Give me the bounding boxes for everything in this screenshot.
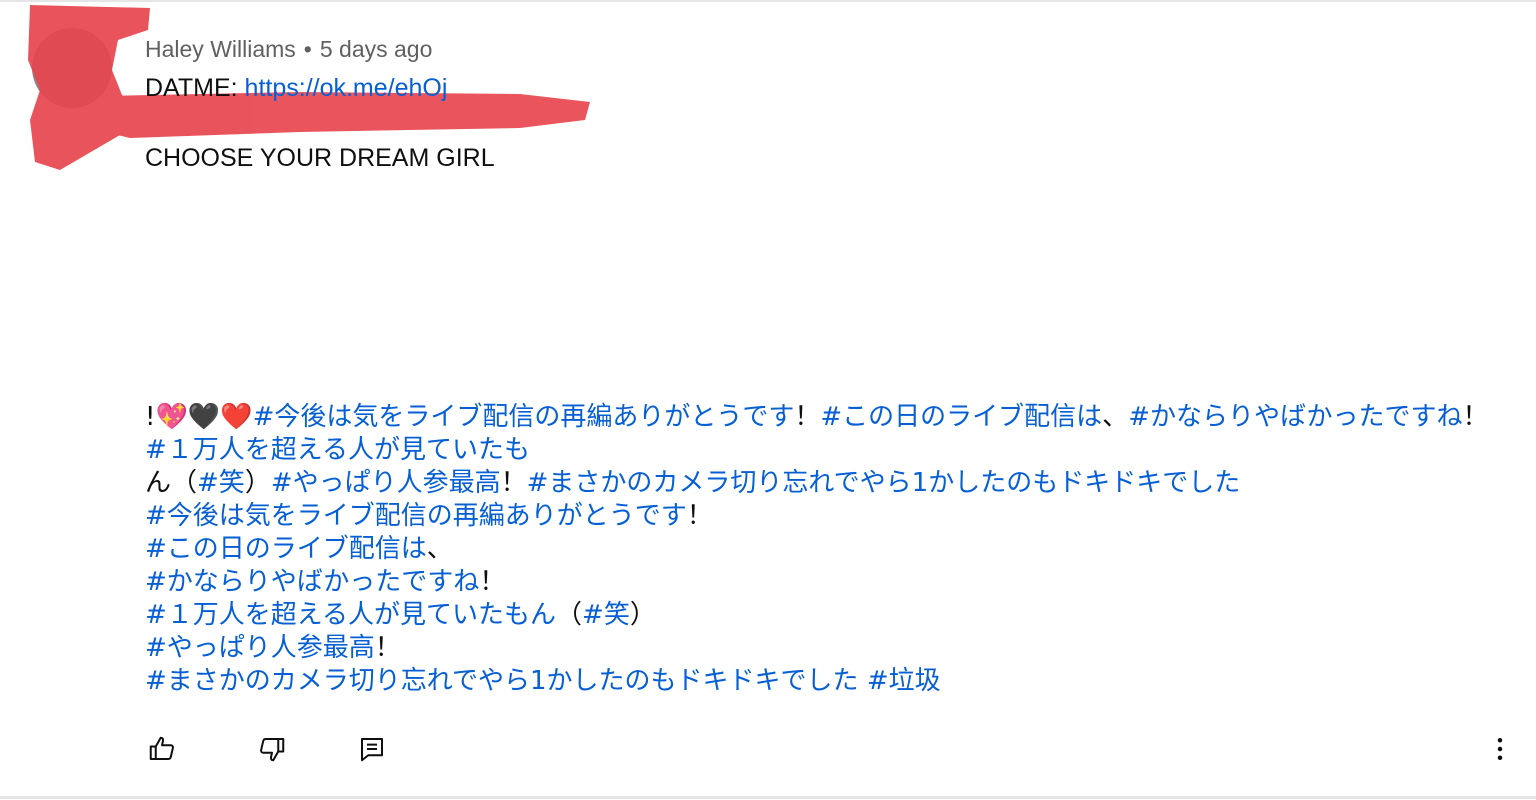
thumb-down-icon — [260, 738, 285, 762]
body-row-4: #この日のライブ配信は、 — [145, 533, 1505, 566]
hashtag-link[interactable]: #まさかのカメラ切り忘れでやら1かしたのもドキドキでした — [527, 468, 1241, 498]
hashtag-link[interactable]: #今後は気をライブ配信の再編ありがとうです — [145, 501, 687, 531]
heart-emoji-icon: 💖🖤❤️ — [155, 402, 253, 432]
hashtag-link[interactable]: #１万人を超える人が見ていたも — [145, 435, 530, 465]
body-row-8: #まさかのカメラ切り忘れでやら1かしたのもドキドキでした #垃圾 — [145, 665, 1505, 698]
thumb-up-icon — [149, 736, 174, 760]
body-row-1: !💖🖤❤️#今後は気をライブ配信の再編ありがとうです！#この日のライブ配信は、#… — [145, 401, 1505, 467]
comment-link[interactable]: https://ok.me/ehOj — [245, 74, 448, 102]
comment-line-link: DATME: https://ok.me/ehOj — [145, 72, 447, 104]
hashtag-link[interactable]: #笑 — [197, 468, 245, 498]
more-vert-icon — [1497, 738, 1503, 760]
body-text: 、 — [1102, 402, 1129, 432]
body-row-2: ん（#笑）#やっぱり人参最高！#まさかのカメラ切り忘れでやら1かしたのもドキドキ… — [145, 467, 1505, 500]
body-row-6: #１万人を超える人が見ていたもん（#笑） — [145, 599, 1505, 632]
link-prefix: DATME: — [145, 74, 245, 102]
hashtag-link[interactable]: #かならりやばかったですね — [1128, 402, 1462, 432]
hashtag-link[interactable]: #まさかのカメラ切り忘れでやら1かしたのもドキドキでした — [145, 666, 859, 696]
body-text: ！ — [686, 501, 713, 531]
meta-separator: • — [303, 36, 312, 62]
body-text: ！ — [500, 468, 527, 498]
avatar[interactable] — [32, 28, 112, 108]
comment-time[interactable]: 5 days ago — [320, 36, 433, 62]
hashtag-link[interactable]: #やっぱり人参最高 — [145, 633, 375, 663]
comment-meta: Haley Williams • 5 days ago — [145, 34, 432, 64]
comment-icon — [361, 738, 383, 762]
hashtag-link[interactable]: #笑 — [582, 600, 630, 630]
author-name[interactable]: Haley Williams — [145, 36, 296, 62]
body-text: ！ — [794, 402, 821, 432]
body-text: ！ — [374, 633, 401, 663]
comment-headline: CHOOSE YOUR DREAM GIRL — [145, 144, 495, 172]
reply-button[interactable] — [355, 732, 389, 766]
body-text: ！ — [1462, 402, 1489, 432]
hashtag-link[interactable]: #やっぱり人参最高 — [271, 468, 501, 498]
hashtag-link[interactable]: #垃圾 — [867, 666, 941, 696]
body-text: ） — [629, 600, 656, 630]
body-text: ） — [244, 468, 271, 498]
hashtag-link[interactable]: #今後は気をライブ配信の再編ありがとうです — [253, 402, 795, 432]
body-text: ! — [145, 402, 156, 432]
body-text: ！ — [479, 567, 506, 597]
body-text: （ — [556, 600, 583, 630]
top-divider — [0, 0, 1536, 2]
hashtag-link[interactable]: #かならりやばかったですね — [145, 567, 479, 597]
hashtag-link[interactable]: #この日のライブ配信は — [145, 534, 427, 564]
body-row-7: #やっぱり人参最高！ — [145, 632, 1505, 665]
more-options-button[interactable] — [1483, 732, 1517, 766]
body-text: 、 — [426, 534, 453, 564]
like-button[interactable] — [145, 732, 179, 766]
body-row-3: #今後は気をライブ配信の再編ありがとうです！ — [145, 500, 1505, 533]
hashtag-link[interactable]: #この日のライブ配信は — [820, 402, 1102, 432]
comment-actions — [145, 732, 1525, 768]
bottom-divider — [0, 796, 1536, 799]
body-text: ん（ — [145, 468, 198, 498]
hashtag-link[interactable]: #１万人を超える人が見ていたもん — [145, 600, 556, 630]
dislike-button[interactable] — [255, 732, 289, 766]
body-row-5: #かならりやばかったですね！ — [145, 566, 1505, 599]
comment-body: !💖🖤❤️#今後は気をライブ配信の再編ありがとうです！#この日のライブ配信は、#… — [145, 401, 1505, 698]
